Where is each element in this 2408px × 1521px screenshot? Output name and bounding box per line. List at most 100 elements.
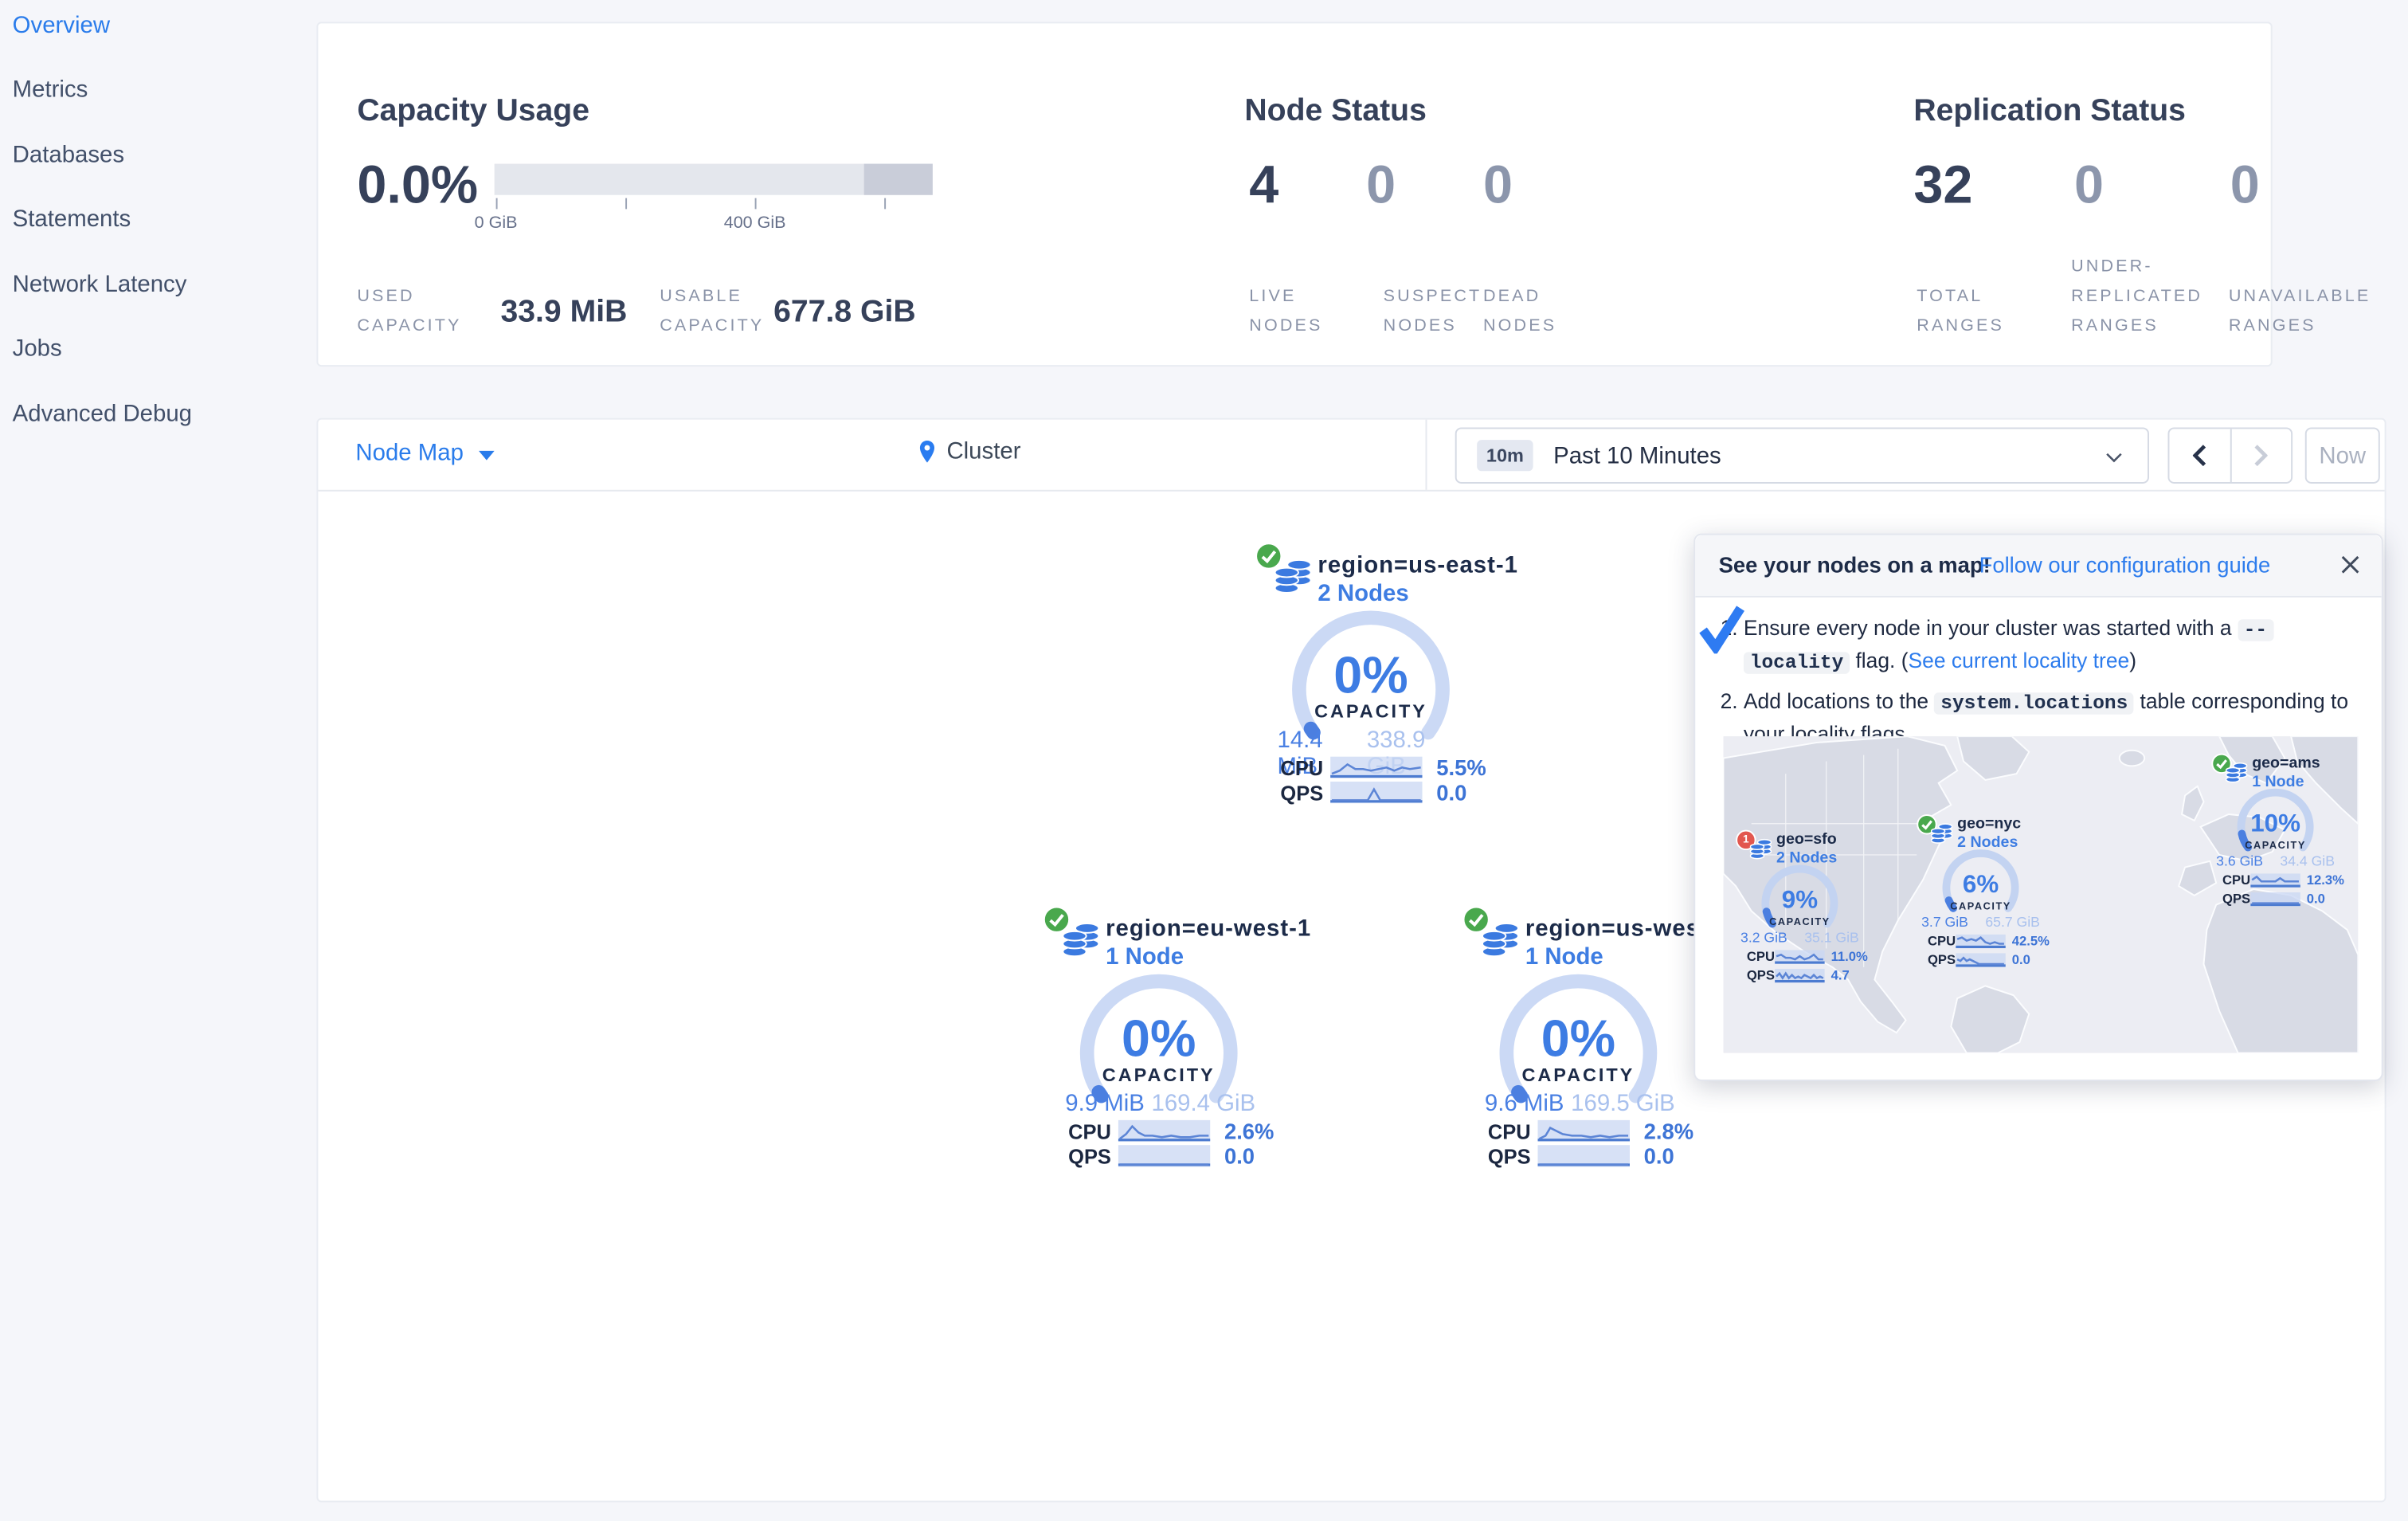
view-mode-select[interactable]: Node Map <box>355 440 464 466</box>
total-ranges-label: TOTAL RANGES <box>1917 282 2004 341</box>
qps-label: QPS <box>1746 966 1775 983</box>
cpu-value: 2.8% <box>1643 1118 1694 1144</box>
cpu-value: 11.0% <box>1830 948 1868 964</box>
breadcrumb-label: Cluster <box>946 438 1021 465</box>
qps-sparkline <box>1330 781 1423 804</box>
inline-code: -- <box>2237 619 2273 641</box>
label-line: RANGES <box>2071 316 2159 335</box>
node-map-card: Node Map Cluster 10m Past 10 Minutes Now… <box>316 417 2386 1503</box>
configuration-guide-link[interactable]: Follow our configuration guide <box>1979 552 2271 577</box>
gauge-percent: 0% <box>1541 1009 1615 1067</box>
sidebar-item-advanced-debug[interactable]: Advanced Debug <box>13 401 192 432</box>
qps-value: 0.0 <box>1224 1143 1255 1169</box>
time-range-dropdown[interactable]: 10m Past 10 Minutes <box>1455 427 2149 484</box>
location-pin-icon <box>919 440 935 463</box>
mini-region-geo-nyc: geo=nyc 2 Nodes 6% CAPACITY 3.7 GiB 65.7… <box>1910 811 2050 974</box>
cpu-label: CPU <box>1927 932 1956 949</box>
unavailable-ranges-count: 0 <box>2230 155 2260 216</box>
qps-label: QPS <box>1280 780 1324 805</box>
region-nodes-link[interactable]: 1 Node <box>1525 944 1603 970</box>
breadcrumb[interactable]: Cluster <box>918 438 1020 465</box>
node-map-toolbar: Node Map Cluster 10m Past 10 Minutes Now <box>318 419 2385 492</box>
locality-tree-link[interactable]: See current locality tree <box>1909 649 2130 672</box>
database-icon <box>1062 919 1100 959</box>
chevron-down-icon <box>2106 453 2122 463</box>
region-card-us-west-1: region=us-west-1 1 Node 0% CAPACITY 9.6 … <box>1462 905 1730 1178</box>
gauge-capacity-label: CAPACITY <box>1314 701 1427 722</box>
cpu-sparkline <box>1330 756 1423 778</box>
usable-value: 34.4 GiB <box>2280 853 2335 869</box>
qps-row: QPS 0.0 <box>1928 951 2030 967</box>
label-line: CAPACITY <box>357 316 462 335</box>
qps-label: QPS <box>1487 1144 1531 1168</box>
qps-row: QPS 0.0 <box>2222 891 2325 907</box>
under-replicated-count: 0 <box>2074 155 2105 216</box>
node-status-title: Node Status <box>1244 92 1427 127</box>
cpu-sparkline <box>1118 1119 1211 1143</box>
replication-status-title: Replication Status <box>1913 92 2186 127</box>
under-replicated-label: UNDER- REPLICATED RANGES <box>2071 253 2202 342</box>
suspect-nodes-count: 0 <box>1366 155 1396 216</box>
usable-value: 35.1 GiB <box>1804 929 1859 946</box>
close-icon[interactable] <box>2341 555 2359 574</box>
used-value: 9.6 MiB <box>1484 1090 1564 1117</box>
inline-code: system.locations <box>1934 692 2135 715</box>
sidebar-item-network-latency[interactable]: Network Latency <box>13 272 187 303</box>
sidebar-item-statements[interactable]: Statements <box>13 206 131 237</box>
qps-value: 4.7 <box>1830 966 1850 983</box>
capacity-values: 9.6 MiB 169.5 GiB <box>1485 1091 1675 1117</box>
label-line: SUSPECT <box>1383 287 1482 306</box>
capacity-bar: 0 GiB 400 GiB <box>475 163 933 233</box>
cpu-label: CPU <box>1280 755 1324 779</box>
capacity-values: 3.7 GiB 65.7 GiB <box>1921 914 2040 930</box>
sidebar-item-metrics[interactable]: Metrics <box>13 76 88 108</box>
gauge-percent: 0% <box>1333 646 1408 704</box>
label-line: UNAVAILABLE <box>2228 287 2371 306</box>
label-line: USED <box>357 287 415 306</box>
step-text-segment: Ensure every node in your cluster was st… <box>1743 616 2238 640</box>
region-nodes-link[interactable]: 2 Nodes <box>1318 580 1408 606</box>
cpu-value: 12.3% <box>2306 872 2344 888</box>
now-button[interactable]: Now <box>2304 427 2380 484</box>
dead-nodes-count: 0 <box>1482 155 1513 216</box>
capacity-used-percent: 0.0% <box>357 155 479 216</box>
cpu-row: CPU 42.5% <box>1928 933 2050 949</box>
qps-value: 0.0 <box>1436 779 1467 806</box>
label-line: NODES <box>1249 316 1323 335</box>
node-map-preview: 1 geo=sfo 2 Nodes 9% CAPACITY 3.2 GiB 35… <box>1723 736 2359 1053</box>
usable-value: 65.7 GiB <box>1985 914 2040 930</box>
capacity-values: 3.2 GiB 35.1 GiB <box>1740 930 1859 946</box>
sidebar-item-overview[interactable]: Overview <box>13 13 110 44</box>
setup-steps: 1. Ensure every node in your cluster was… <box>1721 613 2367 756</box>
label-line: RANGES <box>2228 316 2316 335</box>
suspect-nodes-label: SUSPECT NODES <box>1384 282 1482 341</box>
popup-title: See your nodes on a map! <box>1718 552 1991 578</box>
time-step-buttons <box>2167 427 2293 484</box>
total-ranges-count: 32 <box>1913 155 1973 216</box>
database-icon <box>2225 759 2248 784</box>
sidebar-item-databases[interactable]: Databases <box>13 142 124 173</box>
label-line: UNDER- <box>2071 257 2153 276</box>
region-nodes-link[interactable]: 1 Node <box>1106 944 1184 970</box>
sidebar-item-jobs[interactable]: Jobs <box>13 335 62 367</box>
label-line: CAPACITY <box>660 316 765 335</box>
qps-sparkline <box>1956 952 2006 966</box>
used-value: 3.7 GiB <box>1921 914 1968 930</box>
step-text-segment: Add locations to the <box>1743 689 1935 713</box>
label-line: RANGES <box>1917 316 2005 335</box>
database-icon <box>1749 836 1772 860</box>
cpu-row: CPU 5.5% <box>1280 755 1486 780</box>
cpu-row: CPU 12.3% <box>2222 872 2344 888</box>
capacity-values: 9.9 MiB 169.4 GiB <box>1065 1091 1255 1117</box>
time-prev-button[interactable] <box>2169 429 2229 482</box>
time-next-button[interactable] <box>2229 429 2291 482</box>
mini-region-geo-ams: geo=ams 1 Node 10% CAPACITY 3.6 GiB 34.4… <box>2205 751 2345 913</box>
usable-capacity-value: 677.8 GiB <box>773 295 916 330</box>
time-range-label: Past 10 Minutes <box>1553 442 1721 469</box>
qps-label: QPS <box>1068 1144 1111 1168</box>
cpu-value: 5.5% <box>1436 755 1486 780</box>
qps-value: 0.0 <box>2011 951 2030 967</box>
cpu-label: CPU <box>2222 872 2251 888</box>
qps-value: 0.0 <box>1643 1143 1674 1169</box>
step-text: Ensure every node in your cluster was st… <box>1743 613 2273 678</box>
